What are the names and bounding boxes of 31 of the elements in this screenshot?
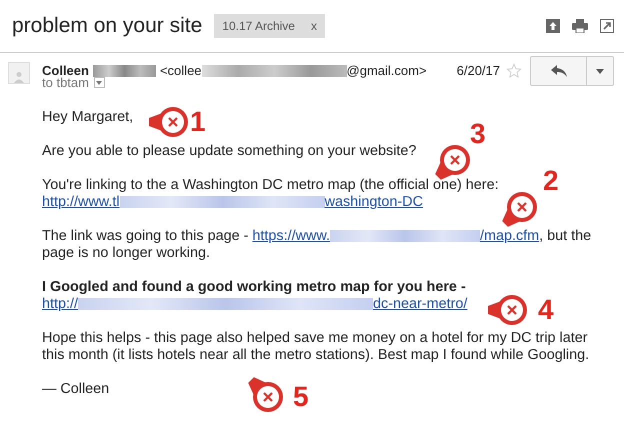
paragraph: The link was going to this page - https://www. /map.cfm, but the page is no longer working. [42,228,592,262]
link[interactable]: http://www.tl washington-DC [42,194,423,210]
paragraph: Hey Margaret, [42,108,134,126]
marker-number: 4 [538,294,554,326]
reply-icon [550,65,566,77]
link[interactable]: http:// dc-near-metro/ [42,296,468,312]
sender-email-end: @gmail.com> [346,62,427,80]
paragraph: Are you able to please update something on your website? [42,142,416,160]
email-date: 6/20/17 [456,62,500,80]
marker-number: 5 [293,381,309,413]
person-icon [14,71,24,83]
caret-icon [596,68,604,74]
marker-number: 1 [190,106,206,138]
link[interactable]: https://www. /map.cfm [252,228,540,244]
archive-icon[interactable] [546,19,560,33]
paragraph: Hope this helps - this page also helped save me money on a hotel for my DC trip later this month (it lists hotels near all the metro stations). Best map I found while Googling. [42,330,590,364]
paragraph: — Colleen [42,380,110,398]
marker-number: 3 [470,118,486,150]
marker-number: 2 [543,165,559,197]
print-icon[interactable] [572,19,588,33]
caret-icon [96,80,102,85]
paragraph: You're linking to the a Washington DC metro map (the official one) here: [42,176,499,194]
label-text: 10.17 Archive [222,18,295,35]
recipient-dropdown[interactable] [94,77,105,88]
remove-label-button[interactable]: x [310,17,317,35]
paragraph: I Googled and found a good working metro map for you here - [42,278,467,296]
new-window-icon[interactable] [600,19,614,33]
star-icon[interactable] [506,63,522,79]
redaction-block [92,65,156,77]
sender-email-start: <collee [160,62,202,80]
email-subject: problem on your site [12,13,202,40]
